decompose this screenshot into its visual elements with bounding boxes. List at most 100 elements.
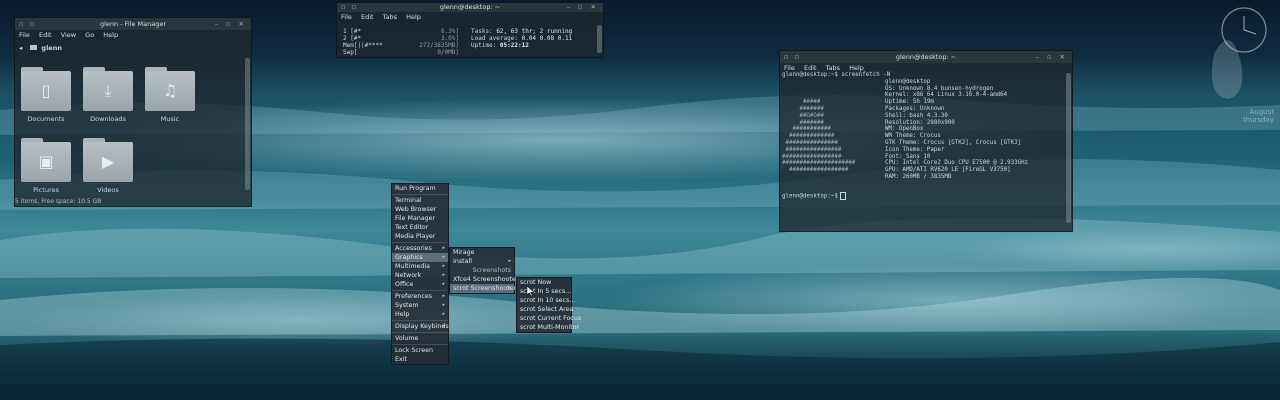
swap-value: 0/0MB] xyxy=(437,49,459,56)
menu-item-label: scrot Now xyxy=(520,279,552,286)
file-manager-titlebar[interactable]: ▫ ▫ glenn - File Manager – ▫ ✕ xyxy=(15,18,251,30)
menu-item-web-browser[interactable]: Web Browser xyxy=(392,205,448,214)
menu-item-label: Network xyxy=(395,272,422,279)
scrot-item-scrot-in-5-secs[interactable]: scrot In 5 secs... xyxy=(517,287,571,296)
window-controls[interactable]: – ▫ ✕ xyxy=(567,3,599,12)
menu-view[interactable]: View xyxy=(61,31,76,39)
terminal-output[interactable]: glenn@desktop:~$ screenfetch -N ##### ##… xyxy=(782,72,1028,200)
menu-edit[interactable]: Edit xyxy=(361,13,374,21)
scrot-item-scrot-multi-monitor[interactable]: scrot Multi-Monitor xyxy=(517,323,579,332)
document-icon: ▯ xyxy=(41,81,51,100)
file-manager-scrollbar[interactable] xyxy=(245,58,250,190)
mem-meter: Mem[||#**** xyxy=(343,42,383,49)
location-bar: ◂ glenn xyxy=(15,41,251,55)
terminal-line: ##################### xyxy=(782,160,856,167)
menu-item-lock-screen[interactable]: Lock Screen xyxy=(392,346,448,355)
menu-item-multimedia[interactable]: Multimedia ▸ xyxy=(392,262,448,271)
folder-icon xyxy=(30,45,38,50)
menu-item-media-player[interactable]: Media Player xyxy=(392,232,448,241)
terminal-line: WM Theme: Crocus xyxy=(885,133,941,140)
swap-meter: Swp[ xyxy=(343,49,358,56)
window-menu-icon[interactable]: ▫ ▫ xyxy=(19,18,36,30)
menu-item-network[interactable]: Network ▸ xyxy=(392,271,448,280)
menu-item-office[interactable]: Office ▸ xyxy=(392,280,448,289)
terminal-line: ##O#O## xyxy=(782,112,824,119)
scrot-item-scrot-current-focus[interactable]: scrot Current Focus xyxy=(517,314,581,323)
menu-tabs[interactable]: Tabs xyxy=(826,64,840,72)
scrot-item-scrot-select-area[interactable]: scrot Select Area xyxy=(517,305,573,314)
folder-downloads[interactable]: ⤓ Downloads xyxy=(83,67,133,123)
scrot-item-scrot-now[interactable]: scrot Now xyxy=(517,278,571,287)
htop-scrollbar[interactable] xyxy=(597,25,602,53)
window-menu-icon[interactable]: ▫ ▫ xyxy=(784,51,801,63)
menu-go[interactable]: Go xyxy=(85,31,94,39)
terminal-scrollbar[interactable] xyxy=(1066,73,1071,223)
menu-file[interactable]: File xyxy=(19,31,30,39)
file-manager-menubar: File Edit View Go Help xyxy=(15,30,251,41)
menu-item-system[interactable]: System ▸ xyxy=(392,301,448,310)
terminal-line: ################# xyxy=(782,167,849,174)
graphics-item-xfce4-screenshooter[interactable]: Xfce4 Screenshooter xyxy=(450,275,518,284)
graphics-item-mirage[interactable]: Mirage xyxy=(450,248,514,257)
menu-item-file-manager[interactable]: File Manager xyxy=(392,214,448,223)
window-controls[interactable]: – ▫ ✕ xyxy=(215,18,247,30)
menu-item-terminal[interactable]: Terminal xyxy=(392,196,448,205)
menu-item-label: Accessories xyxy=(395,245,432,252)
folder-pictures[interactable]: ▣ Pictures xyxy=(21,138,71,194)
submenu-arrow-icon: ▸ xyxy=(442,245,445,251)
menu-item-accessories[interactable]: Accessories ▸ xyxy=(392,244,448,253)
htop-meters: 1 [#* 6.3%] 2 [#* 3.0%] Mem[||#**** 272/383… xyxy=(343,28,459,56)
terminal-line: OS: Unknown 8.4 bunsen-hydrogen xyxy=(885,85,994,92)
graphics-item-install[interactable]: Install ▸ xyxy=(450,257,514,266)
folder-documents[interactable]: ▯ Documents xyxy=(21,67,71,123)
terminal-line: WM: OpenBox xyxy=(885,126,924,133)
menu-item-run-program[interactable]: Run Program xyxy=(392,184,448,193)
menu-item-label: File Manager xyxy=(395,215,436,222)
terminal-line: GPU: AMD/ATI RV620 LE [FireGL V3750] xyxy=(885,167,1011,174)
terminal-titlebar[interactable]: ▫ ▫ glenn@desktop: ~ – ▫ ✕ xyxy=(780,51,1072,63)
htop-titlebar[interactable]: ▫ ▫ glenn@desktop: ~ – ▫ ✕ xyxy=(337,3,603,12)
window-menu-icon[interactable]: ▫ ▫ xyxy=(341,3,358,12)
terminal-prompt: glenn@desktop:~$ xyxy=(782,193,838,200)
folder-videos[interactable]: ▶ Videos xyxy=(83,138,133,194)
menu-item-exit[interactable]: Exit xyxy=(392,355,448,364)
menu-item-text-editor[interactable]: Text Editor xyxy=(392,223,448,232)
menu-item-label: Office xyxy=(395,281,414,288)
graphics-item-scrot-screenshooter[interactable]: scrot Screenshooter ▸ xyxy=(450,284,516,293)
menu-item-display-keybinds[interactable]: Display Keybinds ▸ xyxy=(392,322,449,331)
menu-item-label: scrot Current Focus xyxy=(520,315,582,322)
terminal-line: Packages: Unknown xyxy=(885,105,945,112)
mouse-pointer-icon xyxy=(527,286,534,296)
location-button[interactable]: glenn xyxy=(41,44,62,52)
menu-help[interactable]: Help xyxy=(849,64,864,72)
menu-file[interactable]: File xyxy=(784,64,795,72)
cpu2-value: 3.0%] xyxy=(440,35,459,42)
menu-help[interactable]: Help xyxy=(406,13,421,21)
terminal-line: Icon Theme: Paper xyxy=(885,146,945,153)
clock-icon xyxy=(1211,7,1267,99)
menu-separator xyxy=(392,242,448,243)
menu-item-label: Volume xyxy=(395,335,419,342)
folder-music[interactable]: ♫ Music xyxy=(145,67,195,123)
screenfetch-terminal-window: ▫ ▫ glenn@desktop: ~ – ▫ ✕ File Edit Tab… xyxy=(779,50,1073,232)
menu-item-graphics[interactable]: Graphics ▸ xyxy=(392,253,448,262)
window-controls[interactable]: – ▫ ✕ xyxy=(1036,51,1068,63)
menu-item-help[interactable]: Help ▸ xyxy=(392,310,448,319)
menu-item-label: scrot In 10 secs... xyxy=(520,297,576,304)
back-arrow-icon[interactable]: ◂ xyxy=(19,44,22,52)
htop-stats: Tasks: 62, 63 thr; 2 running Load averag… xyxy=(471,28,572,49)
menu-help[interactable]: Help xyxy=(103,31,118,39)
cpu1-meter: 1 [#* xyxy=(343,28,362,35)
menu-item-preferences[interactable]: Preferences ▸ xyxy=(392,292,448,301)
menu-edit[interactable]: Edit xyxy=(804,64,817,72)
submenu-arrow-icon: ▸ xyxy=(442,302,445,308)
terminal-line: GTK Theme: Crocus [GTK2], Crocus [GTK3] xyxy=(885,139,1022,146)
menu-edit[interactable]: Edit xyxy=(39,31,52,39)
window-title: glenn@desktop: ~ xyxy=(439,3,501,11)
scrot-item-scrot-in-10-secs[interactable]: scrot In 10 secs... xyxy=(517,296,575,305)
menu-tabs[interactable]: Tabs xyxy=(383,13,397,21)
menu-item-volume[interactable]: Volume xyxy=(392,334,448,343)
menu-item-label: Graphics xyxy=(395,254,423,261)
terminal-command-line: glenn@desktop:~$ screenfetch -N xyxy=(782,72,891,78)
menu-file[interactable]: File xyxy=(341,13,352,21)
